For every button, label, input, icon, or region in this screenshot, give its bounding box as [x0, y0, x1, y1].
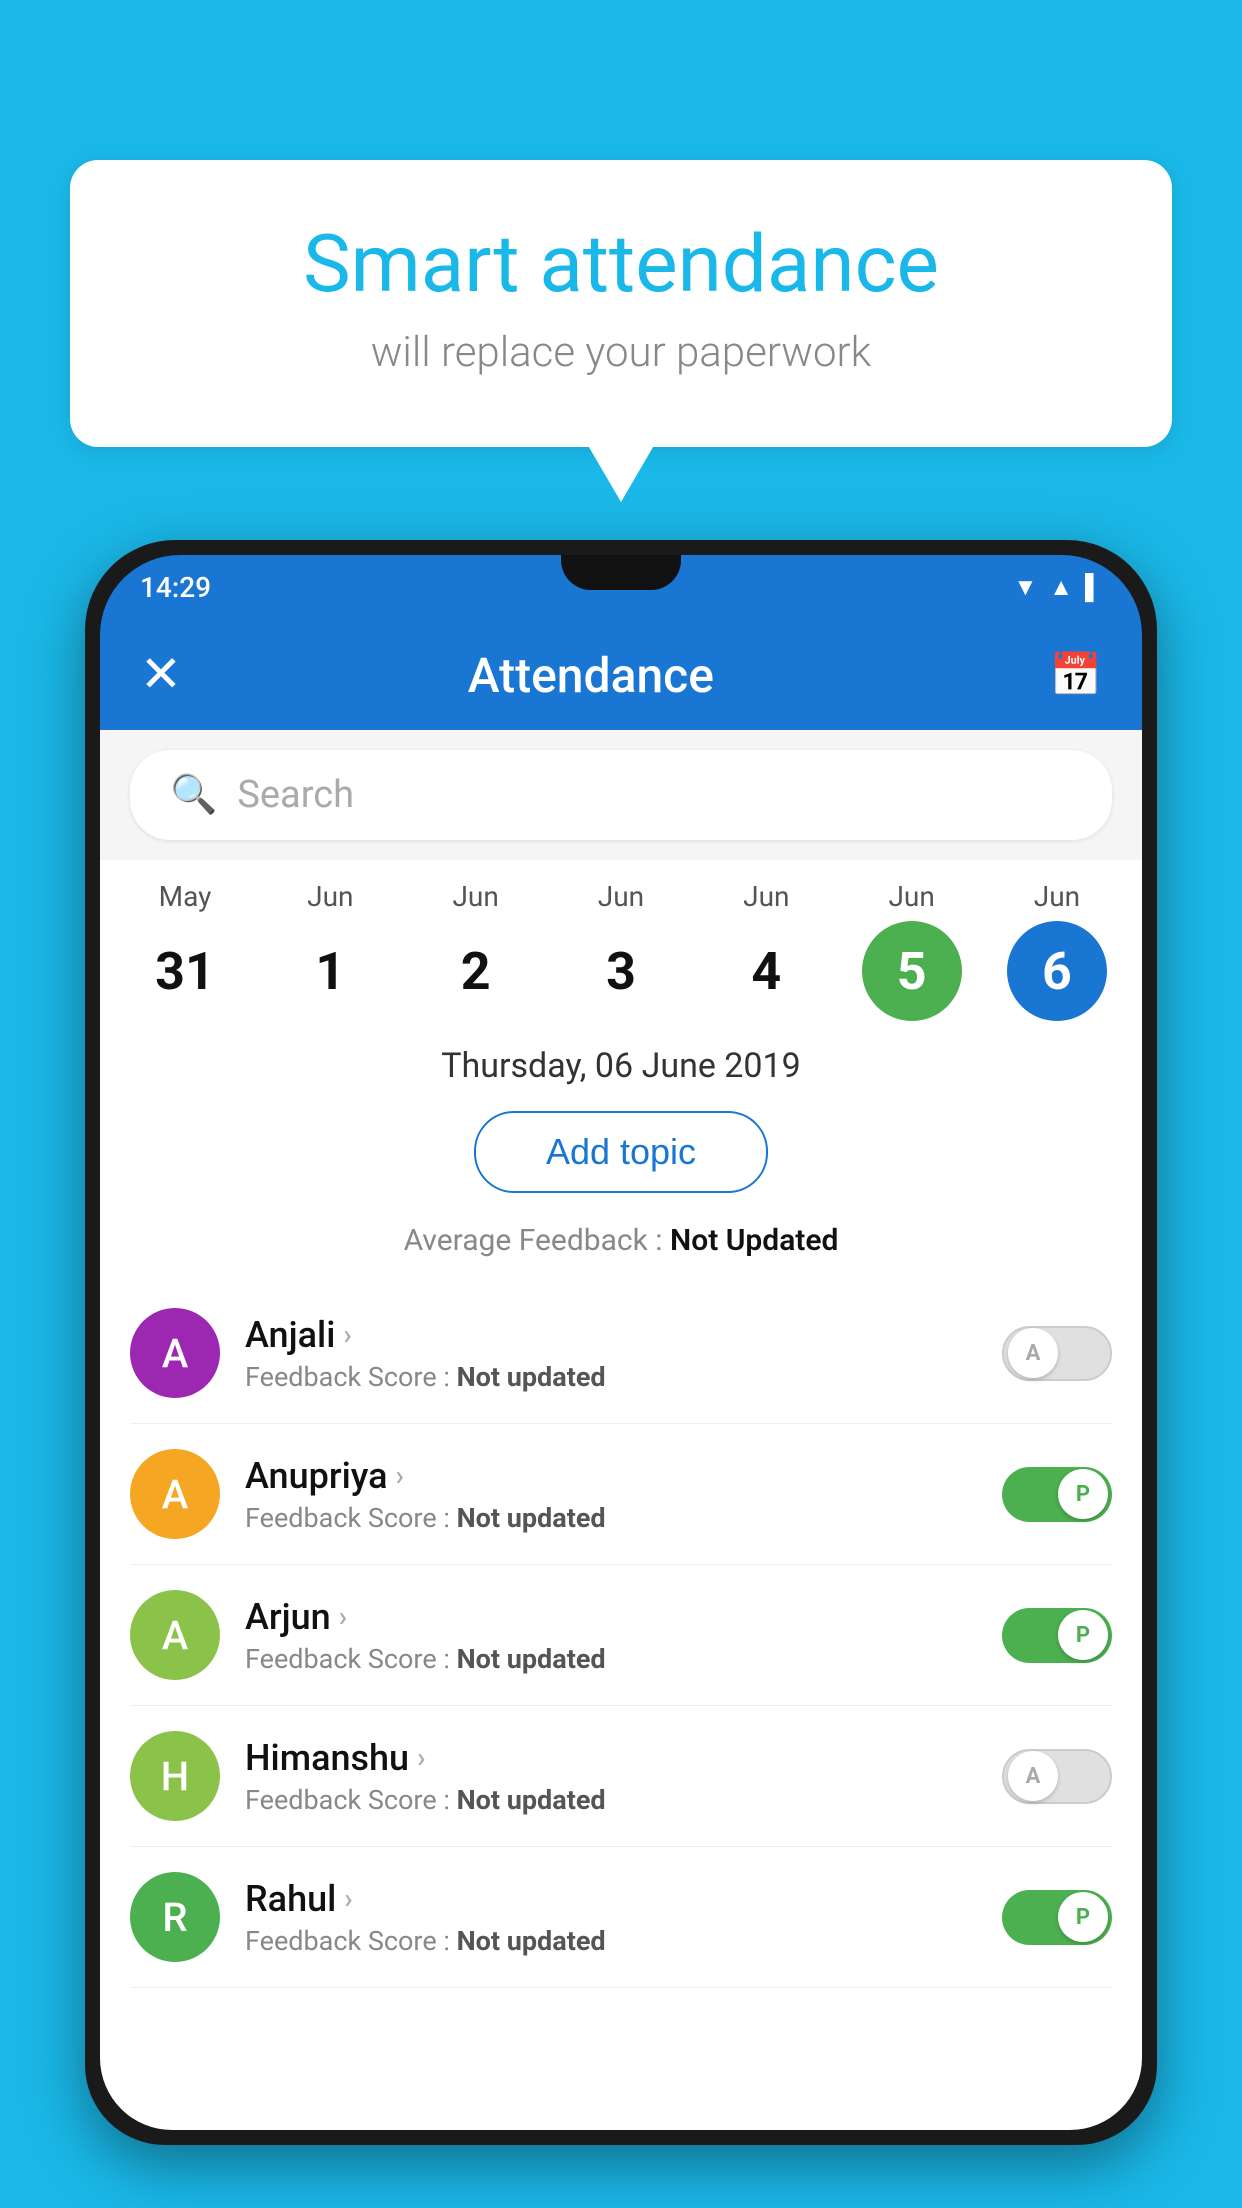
- bubble-title: Smart attendance: [150, 220, 1092, 308]
- toggle-knob: P: [1058, 1610, 1108, 1660]
- avatar: A: [130, 1590, 220, 1680]
- phone-wrapper: 14:29 ▼ ▲ ▌ ✕ Attendance 📅 🔍: [85, 540, 1157, 2208]
- avatar: A: [130, 1449, 220, 1539]
- calendar-icon[interactable]: 📅: [1050, 651, 1102, 700]
- attendance-toggle[interactable]: A: [1002, 1749, 1112, 1804]
- toggle-container[interactable]: P: [1002, 1467, 1112, 1522]
- search-bar[interactable]: 🔍 Search: [130, 750, 1112, 840]
- date-column[interactable]: Jun 1: [265, 880, 395, 1021]
- date-column[interactable]: Jun 4: [701, 880, 831, 1021]
- selected-date: Thursday, 06 June 2019: [100, 1031, 1142, 1091]
- phone-outer: 14:29 ▼ ▲ ▌ ✕ Attendance 📅 🔍: [85, 540, 1157, 2145]
- toggle-knob: P: [1058, 1469, 1108, 1519]
- add-topic-container: Add topic: [100, 1091, 1142, 1213]
- student-info: Rahul › Feedback Score : Not updated: [245, 1878, 977, 1957]
- date-number[interactable]: 31: [135, 921, 235, 1021]
- student-item[interactable]: A Anupriya › Feedback Score : Not updated P: [130, 1424, 1112, 1565]
- date-column[interactable]: Jun 3: [556, 880, 686, 1021]
- avatar: R: [130, 1872, 220, 1962]
- app-bar-title: Attendance: [212, 647, 970, 704]
- student-info: Himanshu › Feedback Score : Not updated: [245, 1737, 977, 1816]
- feedback-score: Feedback Score : Not updated: [245, 1925, 977, 1957]
- date-month-label: Jun: [598, 880, 644, 913]
- chevron-icon: ›: [344, 1882, 352, 1915]
- status-icons: ▼ ▲ ▌: [1013, 573, 1102, 602]
- date-month-label: Jun: [307, 880, 353, 913]
- attendance-toggle[interactable]: A: [1002, 1326, 1112, 1381]
- toggle-container[interactable]: P: [1002, 1890, 1112, 1945]
- battery-icon: ▌: [1085, 573, 1102, 602]
- search-container: 🔍 Search: [100, 730, 1142, 860]
- student-name: Himanshu ›: [245, 1737, 977, 1779]
- toggle-container[interactable]: A: [1002, 1326, 1112, 1381]
- student-item[interactable]: R Rahul › Feedback Score : Not updated P: [130, 1847, 1112, 1988]
- date-number[interactable]: 4: [716, 921, 816, 1021]
- date-number[interactable]: 3: [571, 921, 671, 1021]
- student-item[interactable]: H Himanshu › Feedback Score : Not updated A: [130, 1706, 1112, 1847]
- chevron-icon: ›: [417, 1741, 425, 1774]
- student-name: Rahul ›: [245, 1878, 977, 1920]
- student-name: Anjali ›: [245, 1314, 977, 1356]
- student-item[interactable]: A Arjun › Feedback Score : Not updated P: [130, 1565, 1112, 1706]
- date-column[interactable]: May 31: [120, 880, 250, 1021]
- date-column[interactable]: Jun 5: [847, 880, 977, 1021]
- feedback-value: Not Updated: [670, 1223, 838, 1258]
- student-info: Anjali › Feedback Score : Not updated: [245, 1314, 977, 1393]
- chevron-icon: ›: [396, 1459, 404, 1492]
- feedback-score: Feedback Score : Not updated: [245, 1361, 977, 1393]
- date-month-label: May: [159, 880, 212, 913]
- add-topic-button[interactable]: Add topic: [474, 1111, 768, 1193]
- student-list: AAnjali ›Feedback Score : Not updatedAAA…: [100, 1283, 1142, 1988]
- date-column[interactable]: Jun 2: [411, 880, 541, 1021]
- search-icon: 🔍: [170, 773, 217, 817]
- speech-bubble-container: Smart attendance will replace your paper…: [70, 160, 1172, 447]
- avatar: A: [130, 1308, 220, 1398]
- phone-screen: 14:29 ▼ ▲ ▌ ✕ Attendance 📅 🔍: [100, 555, 1142, 2130]
- toggle-knob: A: [1008, 1751, 1058, 1801]
- student-item[interactable]: A Anjali › Feedback Score : Not updated A: [130, 1283, 1112, 1424]
- chevron-icon: ›: [339, 1600, 347, 1633]
- date-month-label: Jun: [452, 880, 498, 913]
- calendar-strip: May 31 Jun 1 Jun 2 Jun 3 Jun 4 Jun 5 Jun 6: [100, 860, 1142, 1031]
- search-input[interactable]: Search: [237, 773, 354, 817]
- date-number[interactable]: 2: [426, 921, 526, 1021]
- date-number[interactable]: 6: [1007, 921, 1107, 1021]
- chevron-icon: ›: [343, 1318, 351, 1351]
- student-name: Anupriya ›: [245, 1455, 977, 1497]
- feedback-score: Feedback Score : Not updated: [245, 1643, 977, 1675]
- close-button[interactable]: ✕: [140, 650, 182, 700]
- toggle-container[interactable]: A: [1002, 1749, 1112, 1804]
- toggle-knob: A: [1008, 1328, 1058, 1378]
- status-bar: 14:29 ▼ ▲ ▌: [100, 555, 1142, 620]
- date-month-label: Jun: [1034, 880, 1080, 913]
- toggle-container[interactable]: P: [1002, 1608, 1112, 1663]
- toggle-knob: P: [1058, 1892, 1108, 1942]
- student-name: Arjun ›: [245, 1596, 977, 1638]
- signal-icon: ▲: [1049, 573, 1073, 602]
- attendance-toggle[interactable]: P: [1002, 1467, 1112, 1522]
- speech-bubble: Smart attendance will replace your paper…: [70, 160, 1172, 447]
- feedback-label: Average Feedback :: [404, 1223, 670, 1258]
- date-column[interactable]: Jun 6: [992, 880, 1122, 1021]
- date-month-label: Jun: [888, 880, 934, 913]
- avatar: H: [130, 1731, 220, 1821]
- date-number[interactable]: 5: [862, 921, 962, 1021]
- feedback-score: Feedback Score : Not updated: [245, 1502, 977, 1534]
- attendance-toggle[interactable]: P: [1002, 1608, 1112, 1663]
- app-bar: ✕ Attendance 📅: [100, 620, 1142, 730]
- student-info: Anupriya › Feedback Score : Not updated: [245, 1455, 977, 1534]
- wifi-icon: ▼: [1013, 573, 1037, 602]
- date-month-label: Jun: [743, 880, 789, 913]
- status-time: 14:29: [140, 571, 211, 604]
- bubble-subtitle: will replace your paperwork: [150, 328, 1092, 377]
- content-area: 🔍 Search May 31 Jun 1 Jun 2 Jun 3 Jun 4 Jun 5 Jun 6 T…: [100, 730, 1142, 2130]
- feedback-summary: Average Feedback : Not Updated: [100, 1213, 1142, 1283]
- student-info: Arjun › Feedback Score : Not updated: [245, 1596, 977, 1675]
- attendance-toggle[interactable]: P: [1002, 1890, 1112, 1945]
- feedback-score: Feedback Score : Not updated: [245, 1784, 977, 1816]
- date-number[interactable]: 1: [280, 921, 380, 1021]
